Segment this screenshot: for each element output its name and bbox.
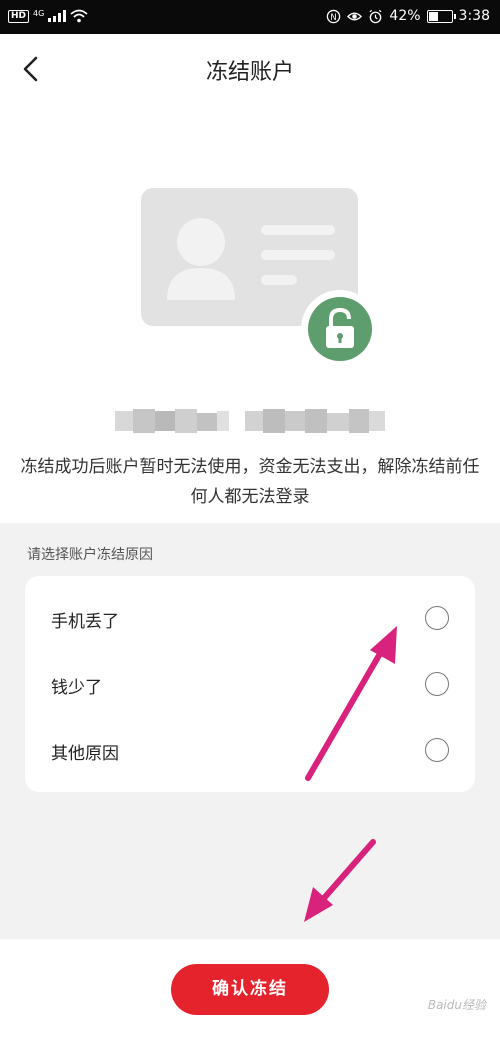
reason-label: 钱少了 xyxy=(51,678,102,698)
reason-label: 其他原因 xyxy=(51,744,119,764)
reason-section-label: 请选择账户冻结原因 xyxy=(27,547,153,563)
battery-fill xyxy=(428,11,438,21)
bottom-bar: 确认冻结 Baidu经验 xyxy=(0,939,500,1039)
wifi-icon xyxy=(70,9,88,23)
status-bar: HD 4G N 42% 3:38 xyxy=(0,0,500,34)
hd-indicator: HD xyxy=(8,9,30,23)
svg-text:N: N xyxy=(331,11,337,21)
reason-option-other[interactable]: 其他原因 xyxy=(25,718,475,784)
account-number-blurred xyxy=(115,409,385,433)
app-header: 冻结账户 xyxy=(0,34,500,104)
status-left: HD 4G xyxy=(8,9,88,23)
unlock-icon xyxy=(308,297,372,361)
reason-option-money-less[interactable]: 钱少了 xyxy=(25,652,475,718)
page-title: 冻结账户 xyxy=(205,60,294,85)
status-right: N 42% 3:38 xyxy=(326,8,490,24)
alarm-icon xyxy=(369,9,382,23)
signal-icon xyxy=(48,10,67,22)
reason-section: 请选择账户冻结原因 手机丢了 钱少了 其他原因 xyxy=(0,523,500,939)
radio-button[interactable] xyxy=(425,606,449,630)
eye-icon xyxy=(347,12,363,20)
reason-card: 手机丢了 钱少了 其他原因 xyxy=(25,576,475,792)
nfc-icon: N xyxy=(327,9,341,23)
confirm-freeze-button[interactable]: 确认冻结 xyxy=(171,964,329,1015)
radio-button[interactable] xyxy=(425,738,449,762)
radio-button[interactable] xyxy=(425,672,449,696)
reason-option-phone-lost[interactable]: 手机丢了 xyxy=(25,586,475,652)
network-type: 4G xyxy=(33,8,45,18)
clock: 3:38 xyxy=(458,8,490,24)
freeze-description: 冻结成功后账户暂时无法使用，资金无法支出，解除冻结前任何人都无法登录 xyxy=(20,457,480,507)
battery-icon xyxy=(426,9,456,23)
reason-label: 手机丢了 xyxy=(51,612,119,632)
baidu-watermark: Baidu经验 xyxy=(427,998,486,1012)
lock-badge xyxy=(301,290,379,368)
battery-percent: 42% xyxy=(389,8,421,24)
